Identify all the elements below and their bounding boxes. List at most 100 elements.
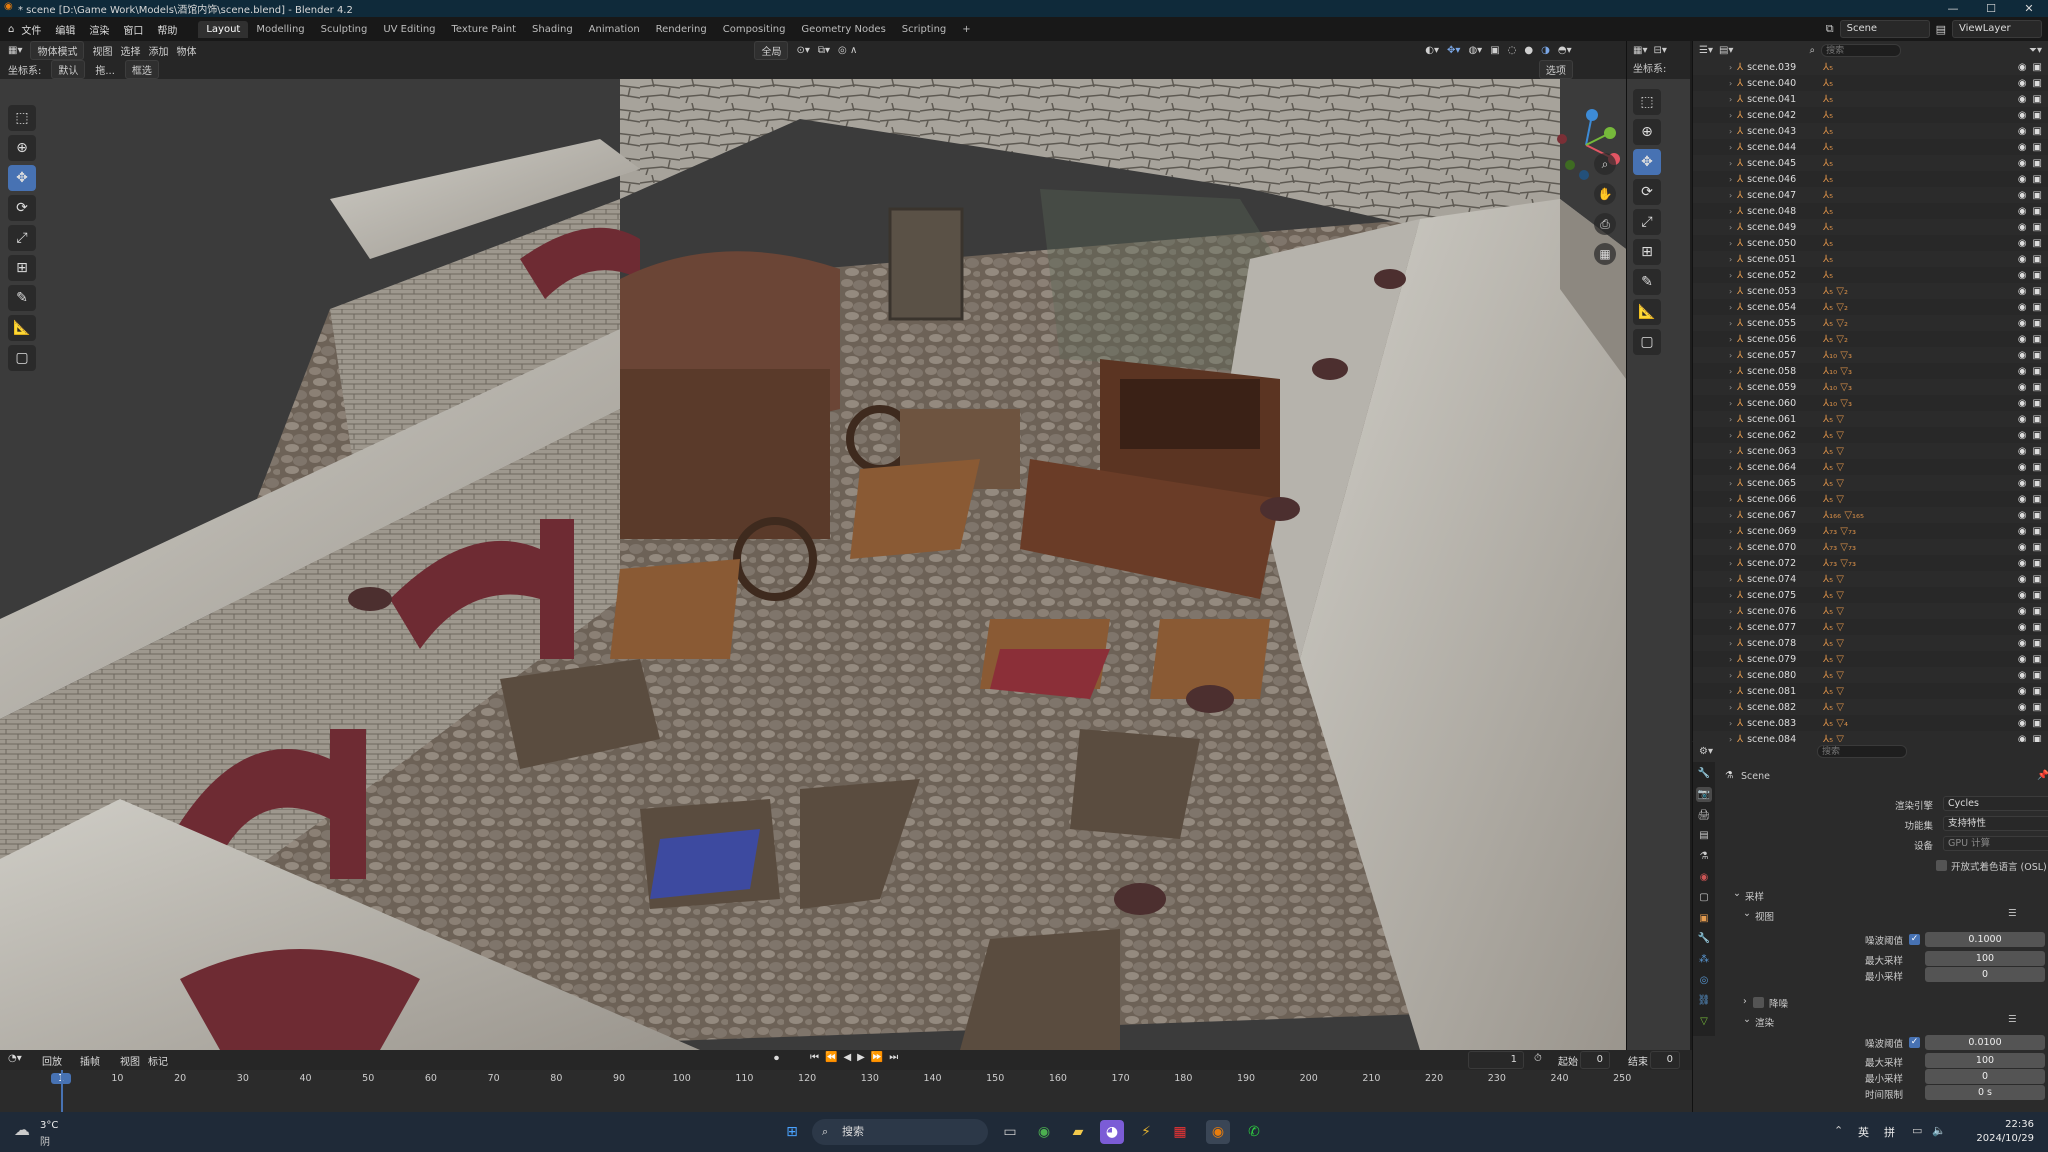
eye-icon[interactable]: ◉	[2018, 526, 2027, 537]
eye-icon[interactable]: ◉	[2018, 414, 2027, 425]
workspace-tab[interactable]: Animation	[581, 21, 648, 38]
vh-select[interactable]: 选择	[120, 43, 140, 58]
render-tab-icon[interactable]: 📷	[1696, 786, 1712, 803]
expand-chevron-icon[interactable]: ›	[1729, 607, 1732, 616]
camera-icon[interactable]: ▣	[2033, 222, 2042, 233]
eye-icon[interactable]: ◉	[2018, 254, 2027, 265]
outliner-row[interactable]: › ⅄ scene.078 ⅄₅ ▽ ◉ ▣	[1693, 635, 2048, 651]
tray-chevron-icon[interactable]: ⌃	[1834, 1124, 1843, 1137]
data-tab-icon[interactable]: ▽	[1696, 1014, 1712, 1030]
camera-icon[interactable]: ▣	[2033, 366, 2042, 377]
render-engine-dropdown[interactable]: Cycles	[1943, 796, 2048, 811]
workspace-tab[interactable]: Scripting	[894, 21, 954, 38]
camera-icon[interactable]: ▣	[2033, 526, 2042, 537]
eye-icon[interactable]: ◉	[2018, 686, 2027, 697]
tool-tab-icon[interactable]: 🔧	[1696, 766, 1712, 782]
denoise-checkbox[interactable]	[1753, 997, 1764, 1008]
expand-chevron-icon[interactable]: ›	[1729, 175, 1732, 184]
tl-playback[interactable]: 回放	[42, 1053, 62, 1068]
eye-icon[interactable]: ◉	[2018, 510, 2027, 521]
expand-chevron-icon[interactable]: ›	[1729, 127, 1732, 136]
overlay-icon[interactable]: ◍▾	[1468, 45, 1482, 56]
minimize-button[interactable]: —	[1934, 0, 1972, 17]
camera-view-icon[interactable]: ⎙	[1594, 213, 1616, 235]
close-button[interactable]: ✕	[2010, 0, 2048, 17]
wechat-icon[interactable]: ✆	[1242, 1120, 1266, 1144]
outliner-editor-icon[interactable]: ☰▾	[1699, 45, 1713, 56]
side-cursor-icon[interactable]: ⊕	[1633, 119, 1661, 145]
r-max-samples-field[interactable]: 100	[1925, 1053, 2045, 1068]
expand-chevron-icon[interactable]: ›	[1729, 719, 1732, 728]
ime-mode[interactable]: 拼	[1884, 1124, 1895, 1140]
end-frame-field[interactable]: 0	[1650, 1051, 1680, 1069]
expand-chevron-icon[interactable]: ›	[1729, 511, 1732, 520]
secondary-viewport[interactable]: ▦▾ ⊟▾ 坐标系: ⬚ ⊕ ✥ ⟳ ⤢ ⊞ ✎ 📐 ▢	[1626, 41, 1690, 1050]
outliner-row[interactable]: › ⅄ scene.041 ⅄₅ ◉ ▣	[1693, 91, 2048, 107]
workspace-tab[interactable]: Layout	[198, 20, 249, 38]
orientation-selector[interactable]: 默认	[51, 60, 86, 79]
expand-chevron-icon[interactable]: ›	[1729, 447, 1732, 456]
outliner-search-input[interactable]	[1821, 43, 1902, 57]
expand-chevron-icon[interactable]: ›	[1729, 271, 1732, 280]
props-editor-icon[interactable]: ⚙▾	[1699, 746, 1713, 757]
eye-icon[interactable]: ◉	[2018, 94, 2027, 105]
camera-icon[interactable]: ▣	[2033, 270, 2042, 281]
outliner-row[interactable]: › ⅄ scene.053 ⅄₅ ▽₂ ◉ ▣	[1693, 283, 2048, 299]
file-explorer-icon[interactable]: ▰	[1066, 1120, 1090, 1144]
camera-icon[interactable]: ▣	[2033, 414, 2042, 425]
eye-icon[interactable]: ◉	[2018, 398, 2027, 409]
camera-icon[interactable]: ▣	[2033, 558, 2042, 569]
current-frame-field[interactable]: 1	[1468, 1051, 1524, 1069]
constraints-tab-icon[interactable]: ⛓	[1696, 993, 1712, 1009]
side-select-icon[interactable]: ⬚	[1633, 89, 1661, 115]
outliner-row[interactable]: › ⅄ scene.069 ⅄₇₃ ▽₇₃ ◉ ▣	[1693, 523, 2048, 539]
eye-icon[interactable]: ◉	[2018, 158, 2027, 169]
eye-icon[interactable]: ◉	[2018, 542, 2027, 553]
render-chevron-icon[interactable]: ⌄	[1743, 1014, 1751, 1025]
start-frame-field[interactable]: 0	[1580, 1051, 1610, 1069]
rotate-icon[interactable]: ⟳	[8, 195, 36, 221]
camera-icon[interactable]: ▣	[2033, 670, 2042, 681]
camera-icon[interactable]: ▣	[2033, 382, 2042, 393]
timeline[interactable]: 1102030405060708090100110120130140150160…	[0, 1070, 1692, 1112]
expand-chevron-icon[interactable]: ›	[1729, 559, 1732, 568]
measure-icon[interactable]: 📐	[8, 315, 36, 341]
outliner-row[interactable]: › ⅄ scene.049 ⅄₅ ◉ ▣	[1693, 219, 2048, 235]
camera-icon[interactable]: ▣	[2033, 702, 2042, 713]
props-search-input[interactable]	[1816, 744, 1907, 758]
clock-date[interactable]: 2024/10/29	[1960, 1133, 2034, 1144]
eye-icon[interactable]: ◉	[2018, 142, 2027, 153]
expand-chevron-icon[interactable]: ›	[1729, 527, 1732, 536]
side-add-icon[interactable]: ▢	[1633, 329, 1661, 355]
snap-icon[interactable]: ⧉▾	[818, 45, 830, 56]
side-move-icon[interactable]: ✥	[1633, 149, 1661, 175]
outliner-row[interactable]: › ⅄ scene.066 ⅄₅ ▽ ◉ ▣	[1693, 491, 2048, 507]
viewport-subheader[interactable]: 视图	[1755, 909, 1774, 923]
network-icon[interactable]: ▭	[1912, 1124, 1922, 1137]
add-cube-icon[interactable]: ▢	[8, 345, 36, 371]
discord-icon[interactable]: ◕	[1100, 1120, 1124, 1144]
options-dropdown[interactable]: 选项	[1538, 60, 1573, 79]
camera-icon[interactable]: ▣	[2033, 478, 2042, 489]
expand-chevron-icon[interactable]: ›	[1729, 543, 1732, 552]
osl-checkbox[interactable]	[1936, 860, 1947, 871]
expand-chevron-icon[interactable]: ›	[1729, 495, 1732, 504]
denoise-subheader[interactable]: 降噪	[1769, 996, 1788, 1010]
outliner-row[interactable]: › ⅄ scene.062 ⅄₅ ▽ ◉ ▣	[1693, 427, 2048, 443]
ortho-toggle-icon[interactable]: ▦	[1594, 243, 1616, 265]
expand-chevron-icon[interactable]: ›	[1729, 287, 1732, 296]
playhead[interactable]	[61, 1070, 63, 1112]
denoise-chevron-icon[interactable]: ›	[1743, 996, 1747, 1007]
eye-icon[interactable]: ◉	[2018, 558, 2027, 569]
camera-icon[interactable]: ▣	[2033, 318, 2042, 329]
visibility-icon[interactable]: ◐▾	[1425, 45, 1439, 56]
workspace-tab[interactable]: Texture Paint	[444, 21, 525, 38]
eye-icon[interactable]: ◉	[2018, 126, 2027, 137]
vp-noise-threshold-checkbox[interactable]: ✓	[1909, 934, 1920, 945]
outliner-row[interactable]: › ⅄ scene.056 ⅄₅ ▽₂ ◉ ▣	[1693, 331, 2048, 347]
outliner[interactable]: ☰▾ ▤▾ ⌕ ⏷▾ › ⅄ scene.039 ⅄₅ ◉▣› ⅄ scene.…	[1692, 41, 2048, 747]
side-editor-icon[interactable]: ▦▾	[1633, 45, 1647, 56]
expand-chevron-icon[interactable]: ›	[1729, 639, 1732, 648]
camera-icon[interactable]: ▣	[2033, 158, 2042, 169]
expand-chevron-icon[interactable]: ›	[1729, 399, 1732, 408]
